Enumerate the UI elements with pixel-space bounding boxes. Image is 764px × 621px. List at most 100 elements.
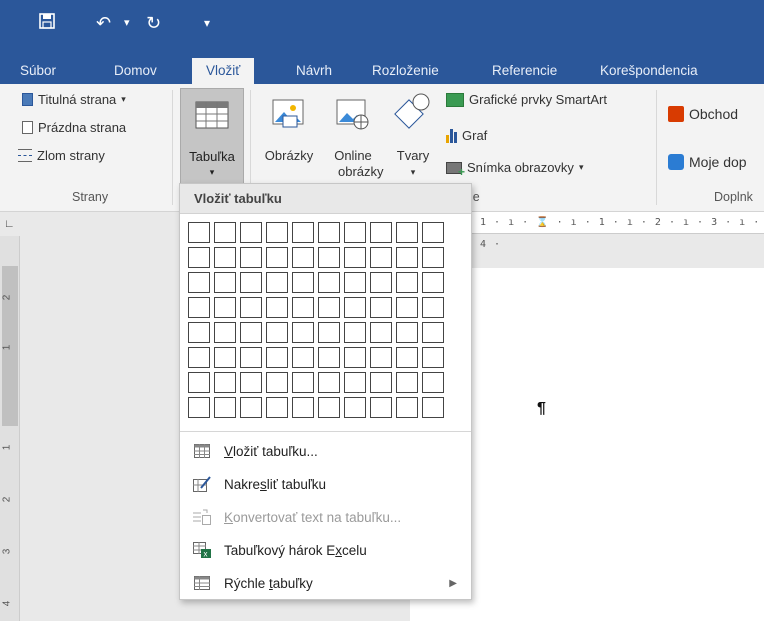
grid-cell[interactable] <box>240 372 262 393</box>
tab-mailings[interactable]: Korešpondencia <box>596 58 702 84</box>
grid-cell[interactable] <box>188 222 210 243</box>
grid-cell[interactable] <box>318 397 340 418</box>
grid-cell[interactable] <box>318 322 340 343</box>
grid-cell[interactable] <box>370 272 392 293</box>
grid-cell[interactable] <box>344 347 366 368</box>
tab-insert[interactable]: Vložiť <box>192 58 255 84</box>
grid-cell[interactable] <box>344 397 366 418</box>
grid-cell[interactable] <box>370 322 392 343</box>
grid-cell[interactable] <box>266 397 288 418</box>
grid-cell[interactable] <box>214 347 236 368</box>
grid-cell[interactable] <box>318 297 340 318</box>
grid-cell[interactable] <box>240 297 262 318</box>
grid-cell[interactable] <box>344 297 366 318</box>
grid-cell[interactable] <box>240 397 262 418</box>
excel-sheet-menu-item[interactable]: x Tabuľkový hárok Excelu <box>180 535 471 565</box>
chart-button[interactable]: Graf <box>446 128 487 143</box>
grid-cell[interactable] <box>422 247 444 268</box>
grid-cell[interactable] <box>396 397 418 418</box>
pictures-button[interactable]: Obrázky <box>258 98 320 164</box>
grid-cell[interactable] <box>292 297 314 318</box>
tab-design[interactable]: Návrh <box>292 58 336 84</box>
grid-cell[interactable] <box>292 397 314 418</box>
grid-cell[interactable] <box>318 247 340 268</box>
screenshot-button[interactable]: + Snímka obrazovky ▾ <box>446 160 583 178</box>
grid-cell[interactable] <box>370 222 392 243</box>
grid-cell[interactable] <box>214 297 236 318</box>
grid-cell[interactable] <box>396 322 418 343</box>
grid-cell[interactable] <box>188 397 210 418</box>
grid-cell[interactable] <box>188 297 210 318</box>
tab-references[interactable]: Referencie <box>488 58 561 84</box>
grid-cell[interactable] <box>396 272 418 293</box>
grid-cell[interactable] <box>266 222 288 243</box>
grid-cell[interactable] <box>344 222 366 243</box>
smartart-button[interactable]: Grafické prvky SmartArt <box>446 92 607 107</box>
grid-cell[interactable] <box>422 222 444 243</box>
grid-cell[interactable] <box>422 272 444 293</box>
grid-cell[interactable] <box>318 272 340 293</box>
grid-cell[interactable] <box>422 372 444 393</box>
online-pictures-button[interactable]: Online obrázky <box>326 98 384 180</box>
grid-cell[interactable] <box>214 372 236 393</box>
undo-dropdown-icon[interactable]: ▾ <box>124 12 130 34</box>
shapes-button[interactable]: Tvary ▾ <box>390 90 436 180</box>
grid-cell[interactable] <box>396 297 418 318</box>
grid-cell[interactable] <box>292 272 314 293</box>
redo-icon[interactable]: ↻ <box>146 12 161 34</box>
quick-tables-menu-item[interactable]: Rýchle tabuľky ▶ <box>180 568 471 598</box>
grid-cell[interactable] <box>422 347 444 368</box>
grid-cell[interactable] <box>214 222 236 243</box>
grid-cell[interactable] <box>266 272 288 293</box>
tab-layout[interactable]: Rozloženie <box>368 58 443 84</box>
grid-cell[interactable] <box>240 247 262 268</box>
blank-page-button[interactable]: Prázdna strana <box>22 120 126 135</box>
grid-cell[interactable] <box>318 347 340 368</box>
grid-cell[interactable] <box>266 347 288 368</box>
grid-cell[interactable] <box>292 222 314 243</box>
grid-cell[interactable] <box>292 372 314 393</box>
tab-home[interactable]: Domov <box>110 58 161 84</box>
grid-cell[interactable] <box>344 372 366 393</box>
grid-cell[interactable] <box>292 322 314 343</box>
grid-cell[interactable] <box>266 372 288 393</box>
grid-cell[interactable] <box>370 247 392 268</box>
draw-table-menu-item[interactable]: Nakresliť tabuľku <box>180 469 471 499</box>
grid-cell[interactable] <box>266 322 288 343</box>
table-size-grid[interactable] <box>188 222 450 424</box>
store-button[interactable]: Obchod <box>668 106 738 122</box>
grid-cell[interactable] <box>344 272 366 293</box>
grid-cell[interactable] <box>422 322 444 343</box>
grid-cell[interactable] <box>214 397 236 418</box>
grid-cell[interactable] <box>214 247 236 268</box>
grid-cell[interactable] <box>396 347 418 368</box>
tab-file[interactable]: Súbor <box>16 58 60 84</box>
grid-cell[interactable] <box>370 372 392 393</box>
cover-page-button[interactable]: Titulná strana ▾ <box>22 92 126 107</box>
grid-cell[interactable] <box>422 397 444 418</box>
grid-cell[interactable] <box>188 372 210 393</box>
table-button[interactable]: Tabuľka ▾ <box>180 88 244 184</box>
grid-cell[interactable] <box>292 347 314 368</box>
grid-cell[interactable] <box>318 372 340 393</box>
grid-cell[interactable] <box>214 322 236 343</box>
my-addins-button[interactable]: Moje dop <box>668 154 747 170</box>
save-icon[interactable] <box>38 12 56 34</box>
grid-cell[interactable] <box>318 222 340 243</box>
grid-cell[interactable] <box>396 222 418 243</box>
grid-cell[interactable] <box>344 322 366 343</box>
grid-cell[interactable] <box>266 247 288 268</box>
grid-cell[interactable] <box>396 372 418 393</box>
grid-cell[interactable] <box>292 247 314 268</box>
grid-cell[interactable] <box>240 272 262 293</box>
grid-cell[interactable] <box>214 272 236 293</box>
vertical-ruler[interactable]: 2 1 1 2 3 4 <box>0 236 20 621</box>
customize-icon[interactable]: ▾ <box>204 12 210 34</box>
grid-cell[interactable] <box>344 247 366 268</box>
grid-cell[interactable] <box>396 247 418 268</box>
horizontal-ruler[interactable]: 1 · ı · ⌛ · ı · 1 · ı · 2 · ı · 3 · ı · … <box>470 212 764 250</box>
grid-cell[interactable] <box>370 347 392 368</box>
grid-cell[interactable] <box>240 347 262 368</box>
undo-icon[interactable]: ↶ <box>96 12 111 34</box>
grid-cell[interactable] <box>188 247 210 268</box>
